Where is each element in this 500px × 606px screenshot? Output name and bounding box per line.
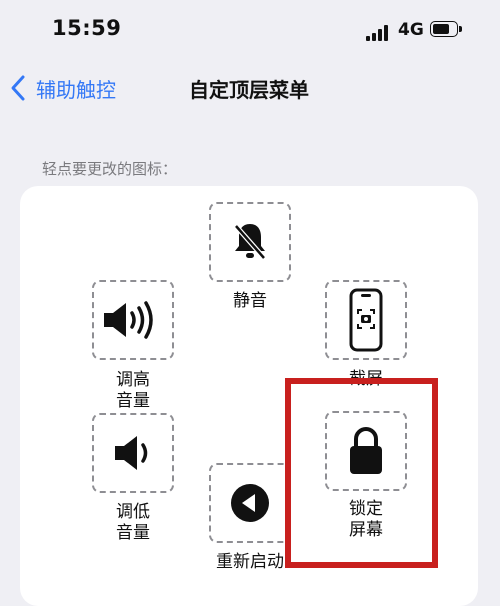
screenshot-icon (349, 288, 383, 352)
battery-icon (430, 21, 463, 39)
menu-item-volume-up[interactable] (92, 280, 174, 360)
volume-down-icon (115, 436, 148, 470)
volume-up-icon (104, 301, 153, 339)
bell-slash-icon (234, 224, 266, 260)
menu-item-screenshot[interactable] (325, 280, 407, 360)
menu-item-mute-label: 静音 (233, 291, 267, 311)
menu-item-volume-up-label: 调高 音量 (116, 370, 150, 411)
cellular-signal-icon (366, 25, 390, 41)
page-title: 自定顶层菜单 (189, 78, 309, 102)
instruction-text: 轻点要更改的图标： (42, 160, 178, 178)
menu-item-mute[interactable] (209, 202, 291, 282)
menu-item-volume-down-label: 调低 音量 (116, 502, 150, 543)
status-time: 15:59 (52, 16, 122, 40)
restart-icon (231, 484, 269, 522)
menu-item-restart[interactable] (209, 463, 291, 543)
highlight-box (285, 378, 438, 568)
network-type: 4G (398, 20, 424, 40)
menu-item-volume-down[interactable] (92, 413, 174, 493)
